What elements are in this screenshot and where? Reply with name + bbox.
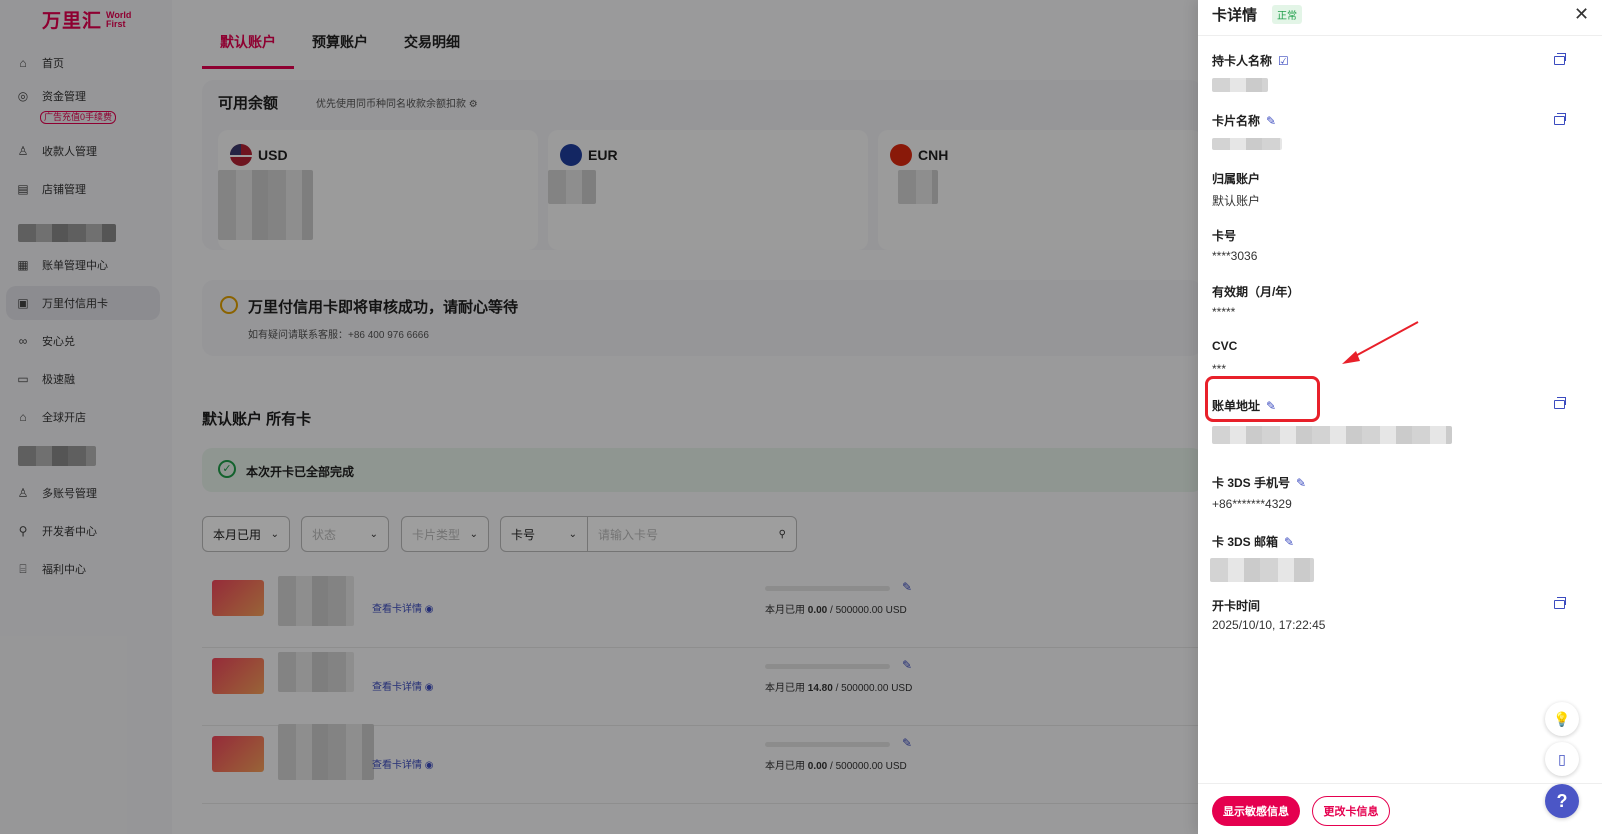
field-label: 开卡时间 bbox=[1212, 599, 1261, 613]
expiry-label: 有效期（月/年） bbox=[1212, 283, 1299, 300]
phone-label: 卡 3DS 手机号 ✎ bbox=[1212, 474, 1306, 491]
field-label: 归属账户 bbox=[1212, 172, 1261, 186]
redacted-card-name bbox=[1212, 138, 1282, 150]
cvc-value: *** bbox=[1212, 362, 1227, 371]
field-label: 卡号 bbox=[1212, 229, 1237, 243]
account-label: 归属账户 bbox=[1212, 170, 1260, 187]
edit-pencil-icon[interactable]: ✎ bbox=[1296, 476, 1306, 490]
field-label: 卡片名称 bbox=[1212, 114, 1261, 128]
redacted-cardholder-name bbox=[1212, 78, 1268, 92]
field-label: 持卡人名称 bbox=[1212, 54, 1273, 68]
expiry-value: ***** bbox=[1212, 305, 1236, 319]
opened-time-value: 2025/10/10, 17:22:45 bbox=[1212, 618, 1326, 632]
status-badge: 正常 bbox=[1272, 5, 1302, 24]
edit-card-button[interactable]: 更改卡信息 bbox=[1312, 796, 1390, 826]
field-label: 卡 3DS 邮箱 bbox=[1212, 535, 1279, 549]
field-label: CVC bbox=[1212, 339, 1238, 353]
close-icon[interactable]: ✕ bbox=[1574, 4, 1589, 25]
card-name-label: 卡片名称 ✎ bbox=[1212, 112, 1276, 129]
edit-pencil-icon[interactable]: ✎ bbox=[1266, 114, 1276, 128]
annotation-highlight-box bbox=[1205, 376, 1320, 422]
clipboard-icon[interactable]: ▯ bbox=[1545, 742, 1579, 776]
copy-icon[interactable] bbox=[1554, 113, 1566, 125]
redacted-email bbox=[1210, 558, 1314, 582]
show-sensitive-button[interactable]: 显示敏感信息 bbox=[1212, 796, 1300, 826]
drawer-footer: 显示敏感信息 更改卡信息 bbox=[1198, 783, 1602, 834]
email-label: 卡 3DS 邮箱 ✎ bbox=[1212, 533, 1294, 550]
card-number-value: ****3036 bbox=[1212, 249, 1258, 263]
cvc-label: CVC bbox=[1212, 339, 1237, 353]
help-icon[interactable]: ? bbox=[1545, 784, 1579, 818]
field-label: 有效期（月/年） bbox=[1212, 285, 1300, 299]
edit-pencil-icon[interactable]: ✎ bbox=[1284, 535, 1294, 549]
edit-icon[interactable]: ☑ bbox=[1278, 54, 1289, 68]
cardholder-name-label: 持卡人名称 ☑ bbox=[1212, 52, 1289, 69]
modal-backdrop[interactable] bbox=[0, 0, 1198, 834]
copy-icon[interactable] bbox=[1554, 397, 1566, 409]
copy-icon[interactable] bbox=[1554, 597, 1566, 609]
drawer-header: 卡详情 正常 ✕ bbox=[1198, 0, 1602, 36]
drawer-title: 卡详情 bbox=[1212, 7, 1258, 24]
opened-time-label: 开卡时间 bbox=[1212, 597, 1260, 614]
phone-value: +86*******4329 bbox=[1212, 497, 1292, 511]
redacted-billing-address bbox=[1212, 426, 1452, 444]
card-number-label: 卡号 bbox=[1212, 227, 1236, 244]
copy-icon[interactable] bbox=[1554, 53, 1566, 65]
lightbulb-icon[interactable]: 💡 bbox=[1545, 702, 1579, 736]
annotation-arrow-icon bbox=[1342, 321, 1419, 364]
field-label: 卡 3DS 手机号 bbox=[1212, 476, 1291, 490]
account-value: 默认账户 bbox=[1212, 194, 1261, 208]
